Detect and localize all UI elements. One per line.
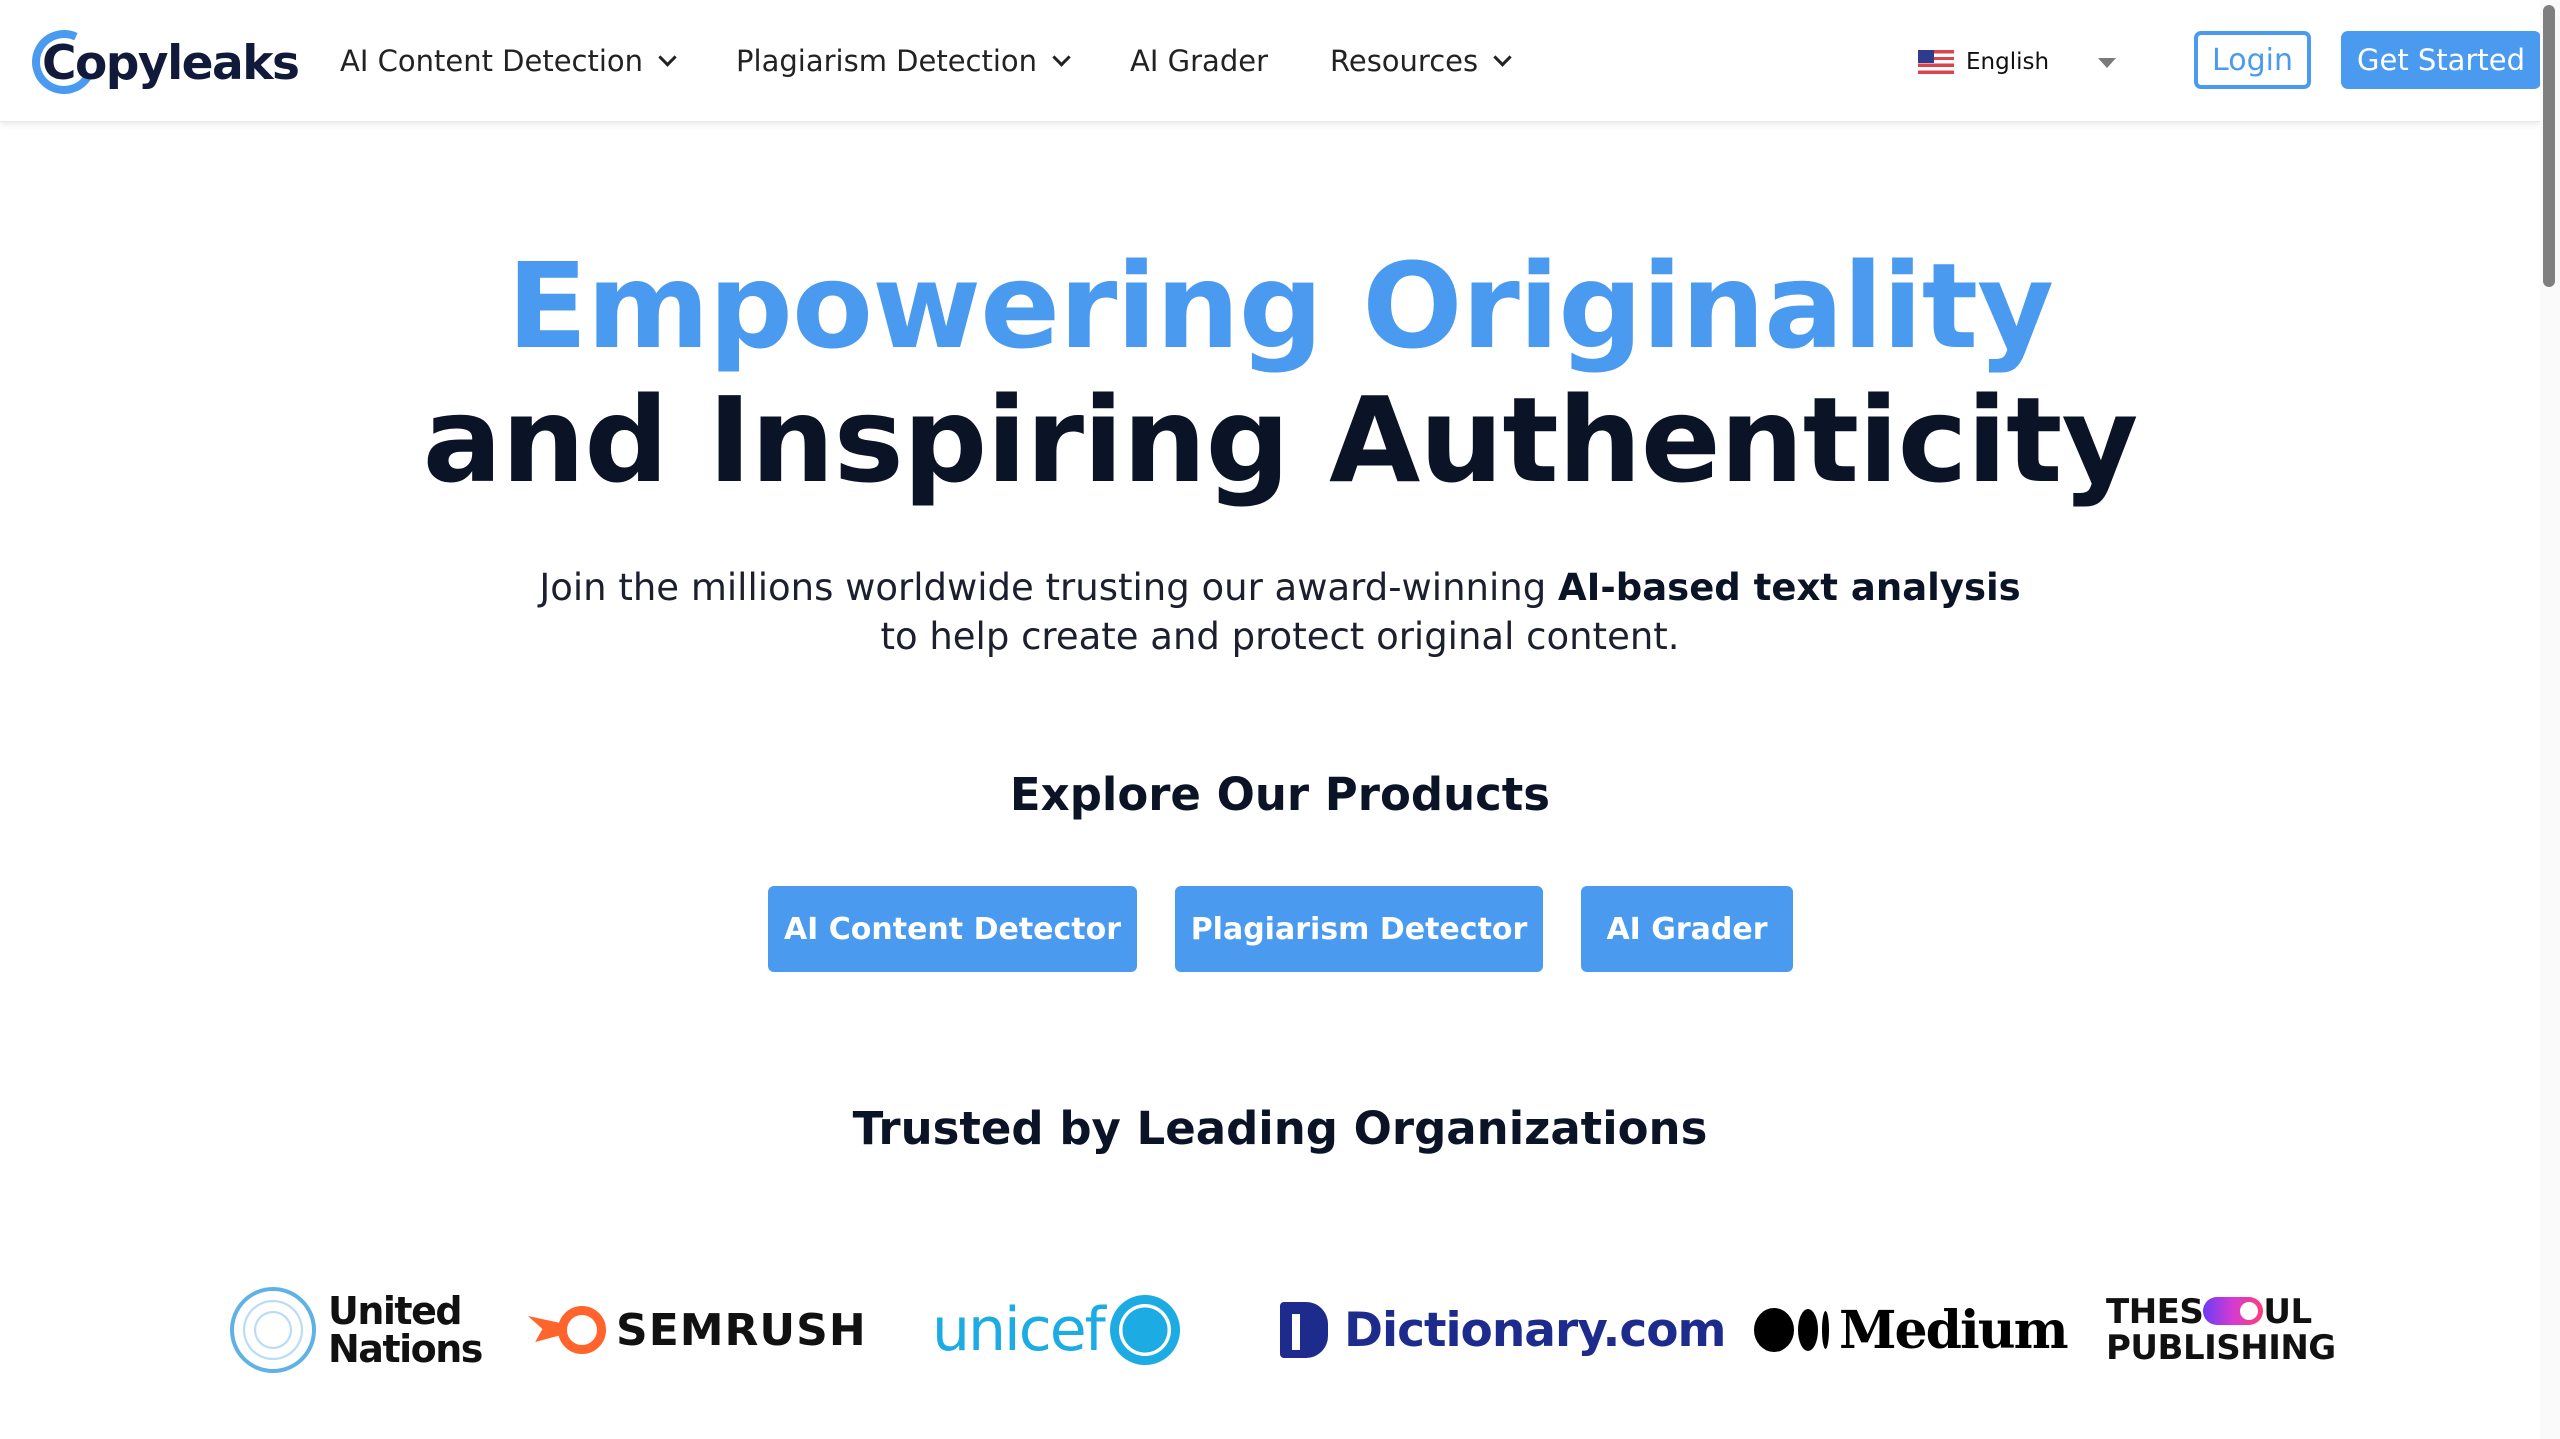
organization-logos: United Nations SEMRUSH unicef Dictionary… — [0, 1280, 2540, 1380]
hero-subtitle: Join the millions worldwide trusting our… — [0, 563, 2560, 661]
dictionary-com-logo: Dictionary.com — [1280, 1280, 1727, 1380]
login-button[interactable]: Login — [2194, 31, 2311, 89]
us-flag-icon — [1918, 50, 1954, 74]
un-line2: Nations — [328, 1327, 483, 1371]
nav-ai-content-detection[interactable]: AI Content Detection — [340, 44, 677, 78]
brand-name: Copyleaks — [42, 35, 300, 91]
language-label: English — [1966, 49, 2050, 75]
soul-line2: PUBLISHING — [2106, 1328, 2336, 1368]
unicef-text: unicef — [932, 1295, 1106, 1365]
nav-label: Plagiarism Detection — [736, 44, 1038, 78]
vertical-scrollbar[interactable] — [2540, 0, 2560, 1439]
semrush-fireball-icon — [528, 1304, 606, 1356]
caret-down-icon[interactable] — [2098, 58, 2116, 68]
soul-pill-icon — [2203, 1296, 2264, 1325]
nav-resources[interactable]: Resources — [1330, 44, 1512, 78]
medium-dots-icon — [1754, 1308, 1829, 1352]
ai-grader-button[interactable]: AI Grader — [1581, 886, 1793, 972]
subtitle-bold: AI-based text analysis — [1557, 566, 2021, 609]
get-started-button[interactable]: Get Started — [2341, 31, 2541, 89]
unicef-emblem-icon — [1109, 1295, 1180, 1365]
nav-label: AI Grader — [1130, 44, 1268, 78]
plagiarism-detector-button[interactable]: Plagiarism Detector — [1175, 886, 1543, 972]
main-nav: AI Content Detection Plagiarism Detectio… — [340, 0, 1571, 122]
language-selector[interactable]: English — [1918, 44, 2049, 80]
chevron-down-icon — [1052, 47, 1071, 67]
hero-title-line2: and Inspiring Authenticity — [422, 371, 2139, 509]
un-line1: United — [328, 1289, 463, 1333]
dictionary-text: Dictionary.com — [1344, 1302, 1727, 1358]
medium-text: Medium — [1839, 1299, 2069, 1361]
semrush-logo: SEMRUSH — [528, 1280, 867, 1380]
explore-products-heading: Explore Our Products — [1009, 768, 1551, 821]
dictionary-d-icon — [1280, 1302, 1328, 1358]
nav-label: AI Content Detection — [340, 44, 644, 78]
subtitle-text: Join the millions worldwide trusting our… — [539, 566, 1558, 609]
product-buttons: AI Content Detector Plagiarism Detector … — [768, 886, 1831, 972]
soul-line1a: THES — [2106, 1292, 2204, 1332]
chevron-down-icon — [1493, 47, 1512, 67]
thesoul-publishing-logo: THES UL PUBLISHING — [2106, 1280, 2336, 1380]
un-emblem-icon — [230, 1287, 316, 1373]
ai-content-detector-button[interactable]: AI Content Detector — [768, 886, 1137, 972]
chevron-down-icon — [658, 47, 677, 67]
medium-logo: Medium — [1754, 1280, 2069, 1380]
semrush-text: SEMRUSH — [616, 1304, 867, 1356]
copyleaks-logo[interactable]: Copyleaks — [22, 20, 300, 104]
trusted-heading: Trusted by Leading Organizations — [852, 1102, 1708, 1155]
nav-plagiarism-detection[interactable]: Plagiarism Detection — [736, 44, 1071, 78]
hero-title-line1: Empowering Originality — [506, 237, 2054, 375]
unicef-logo: unicef — [932, 1280, 1180, 1380]
top-navbar: Copyleaks AI Content Detection Plagiaris… — [0, 0, 2541, 122]
nav-label: Resources — [1330, 44, 1479, 78]
united-nations-logo: United Nations — [230, 1280, 483, 1380]
nav-ai-grader[interactable]: AI Grader — [1130, 44, 1268, 78]
soul-line1b: UL — [2263, 1292, 2312, 1332]
subtitle-line2: to help create and protect original cont… — [880, 615, 1680, 658]
